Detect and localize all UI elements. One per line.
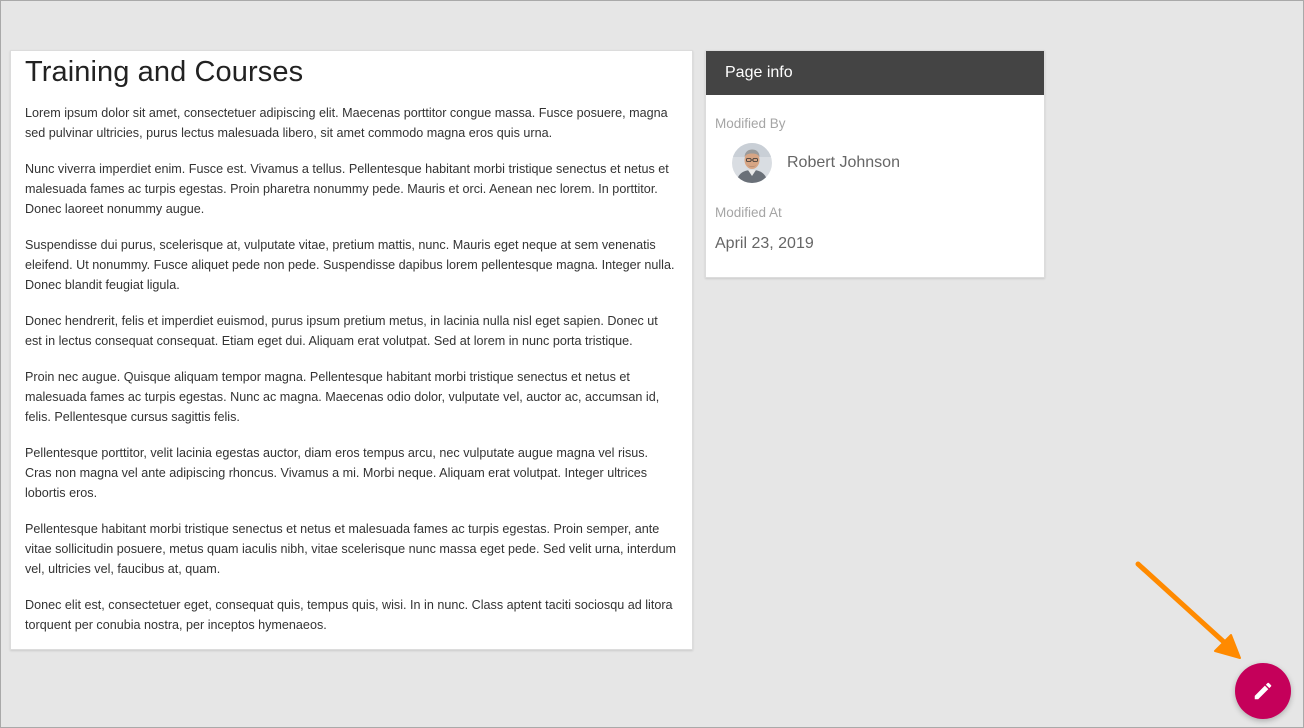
body-paragraph: Suspendisse dui purus, scelerisque at, v… [25,238,675,292]
page-info-card: Page info Modified By Robert Johnson Mod… [705,50,1045,278]
author-avatar[interactable] [732,143,772,183]
modified-by-label: Modified By [715,116,786,131]
body-paragraph: Lorem ipsum dolor sit amet, consectetuer… [25,106,668,140]
body-paragraph: Donec hendrerit, felis et imperdiet euis… [25,314,658,348]
body-paragraph: Pellentesque porttitor, velit lacinia eg… [25,446,649,500]
body-paragraph: Pellentesque habitant morbi tristique se… [25,522,677,576]
arrow-icon [1135,561,1241,659]
author-row: Robert Johnson [715,142,1035,184]
page-info-header: Page info [706,51,1044,95]
pencil-icon [1254,682,1272,700]
edit-page-button[interactable] [1235,663,1291,719]
author-name[interactable]: Robert Johnson [787,154,900,172]
page-title: Training and Courses [25,56,304,88]
modified-date: April 23, 2019 [715,235,814,252]
user-avatar-icon [732,143,772,183]
page-info-body: Modified By Robert Johnson Modified At A… [706,95,1044,254]
body-paragraph: Proin nec augue. Quisque aliquam tempor … [25,370,660,424]
body-paragraph: Donec elit est, consectetuer eget, conse… [25,598,673,632]
page-content-card: Training and Courses Lorem ipsum dolor s… [10,50,693,650]
page-body: Lorem ipsum dolor sit amet, consectetuer… [25,103,677,635]
modified-at-label: Modified At [715,205,782,220]
body-paragraph: Nunc viverra imperdiet enim. Fusce est. … [25,162,669,216]
